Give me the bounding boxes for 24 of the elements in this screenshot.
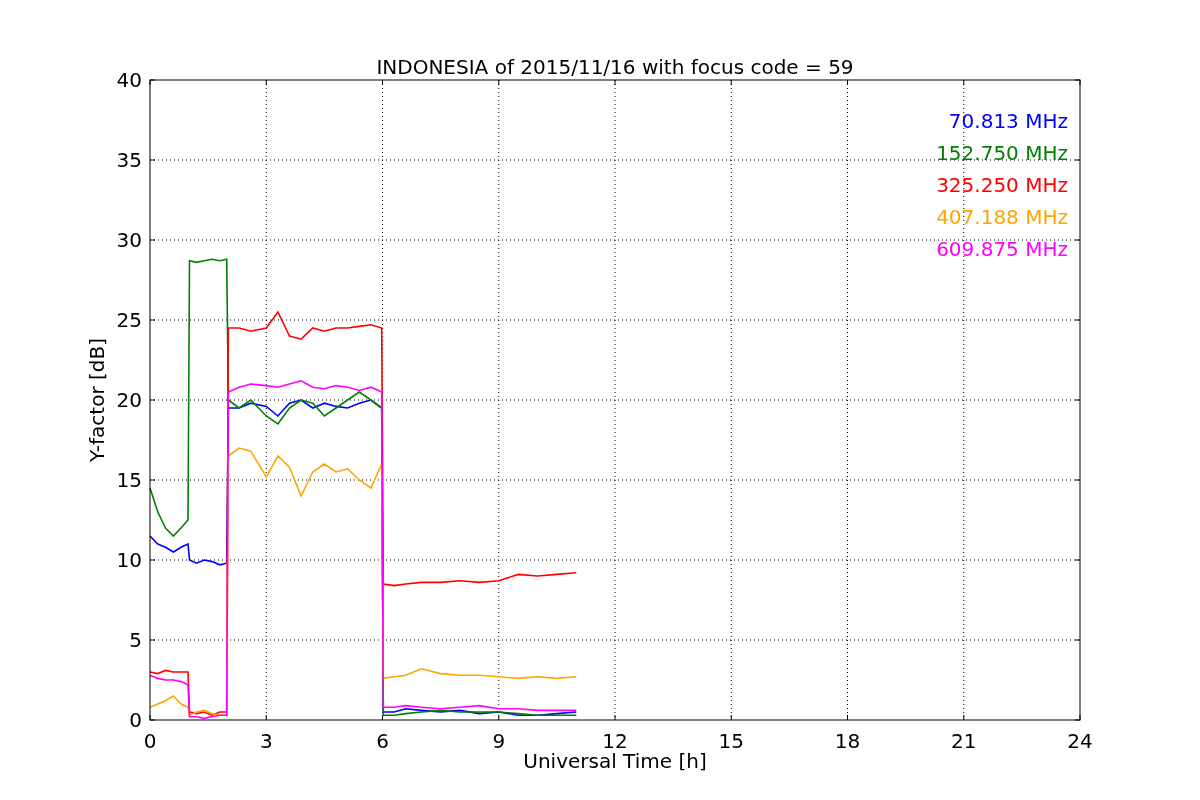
legend-label: 152.750 MHz: [936, 141, 1068, 165]
tick-label: 10: [116, 548, 142, 572]
chart-title: INDONESIA of 2015/11/16 with focus code = 59: [376, 55, 854, 79]
legend-label: 70.813 MHz: [948, 109, 1068, 133]
tick-label: 9: [492, 729, 506, 753]
tick-label: 15: [116, 468, 142, 492]
legend-label: 407.188 MHz: [936, 205, 1068, 229]
axis-label: Y-factor [dB]: [85, 338, 109, 462]
tick-label: 18: [834, 729, 861, 753]
legend-label: 325.250 MHz: [936, 173, 1068, 197]
tick-label: 20: [116, 388, 142, 412]
tick-label: 0: [129, 708, 142, 732]
tick-label: 0: [143, 729, 157, 753]
tick-label: 15: [718, 729, 744, 753]
tick-label: 35: [116, 148, 142, 172]
tick-label: 24: [1067, 729, 1093, 753]
tick-label: 30: [116, 228, 142, 252]
tick-label: 3: [259, 729, 273, 753]
legend-label: 609.875 MHz: [936, 237, 1068, 261]
tick-label: 25: [116, 308, 142, 332]
tick-label: 5: [129, 628, 142, 652]
tick-label: 40: [116, 68, 142, 92]
tick-label: 21: [951, 729, 977, 753]
tick-label: 6: [376, 729, 389, 753]
